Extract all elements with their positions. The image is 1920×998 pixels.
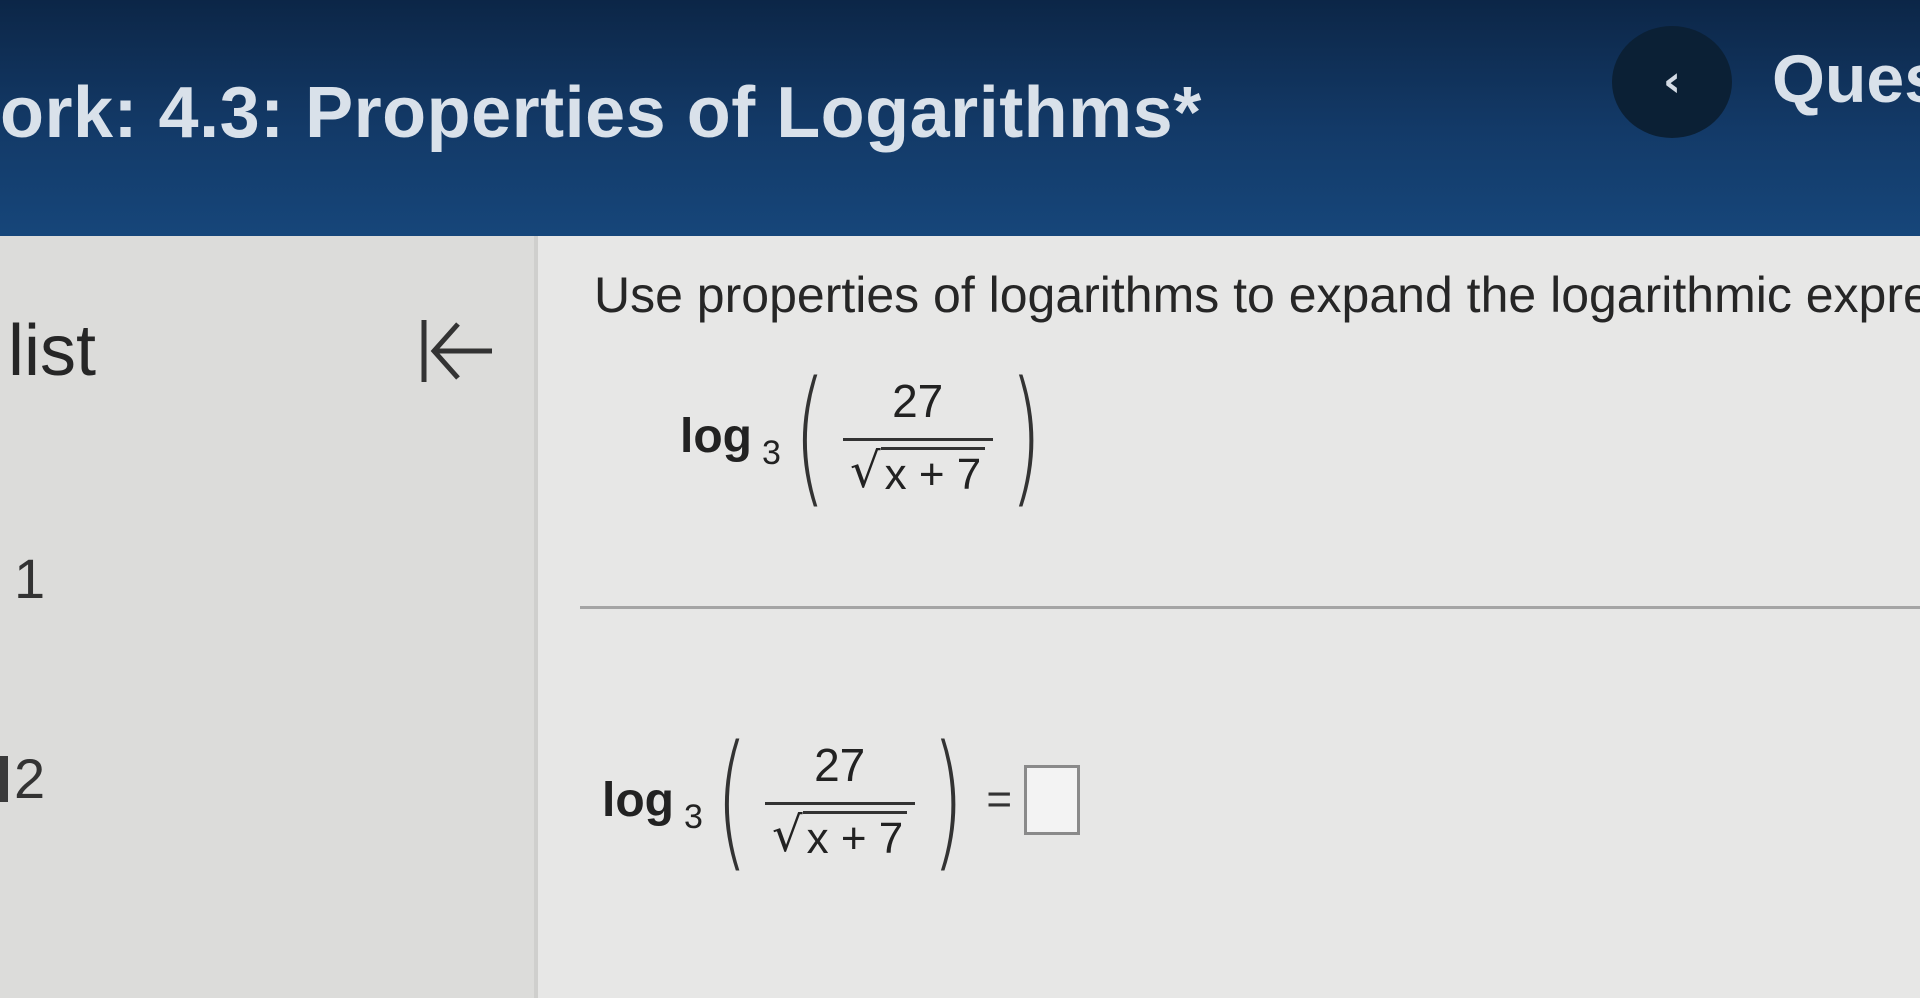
- answer-expression: log 3 ( 27 √ x + 7 ) =: [602, 714, 1081, 886]
- current-item-marker: [0, 756, 8, 802]
- question-panel: Use properties of logarithms to expand t…: [538, 236, 1920, 998]
- previous-question-button[interactable]: ‹: [1612, 26, 1732, 138]
- sidebar-item-number: 1: [14, 547, 46, 610]
- content-divider: [580, 606, 1920, 609]
- fraction-denominator: √ x + 7: [850, 441, 986, 499]
- fraction-denominator: √ x + 7: [772, 805, 908, 863]
- sidebar-title: list: [8, 311, 96, 391]
- sidebar-item-question-1[interactable]: 1: [0, 536, 542, 622]
- right-paren: ): [1009, 350, 1042, 522]
- question-list-sidebar: list 1 2: [0, 236, 542, 998]
- equals-sign: =: [986, 775, 1013, 824]
- right-paren: ): [931, 714, 964, 886]
- radical-sign: √: [850, 442, 881, 499]
- radicand: x + 7: [802, 810, 908, 862]
- radicand: x + 7: [880, 446, 986, 498]
- question-label: Ques: [1772, 41, 1920, 117]
- collapse-sidebar-button[interactable]: [412, 306, 502, 396]
- left-paren: (: [715, 714, 748, 886]
- question-instruction: Use properties of logarithms to expand t…: [594, 267, 1920, 323]
- log-base: 3: [761, 433, 781, 472]
- log-function: log: [602, 773, 674, 827]
- log-function: log: [680, 409, 752, 463]
- header-bar: ork: 4.3: Properties of Logarithms* ‹ Qu…: [0, 0, 1920, 236]
- left-paren: (: [793, 350, 826, 522]
- sidebar-item-question-2[interactable]: 2: [0, 736, 542, 822]
- app-page: ork: 4.3: Properties of Logarithms* ‹ Qu…: [0, 0, 1920, 998]
- page-title: ork: 4.3: Properties of Logarithms*: [0, 73, 1202, 153]
- fraction: 27 √ x + 7: [764, 738, 915, 863]
- radical-sign: √: [772, 806, 803, 863]
- answer-input-box[interactable]: [1024, 765, 1081, 835]
- log-base: 3: [683, 797, 703, 836]
- chevron-left-icon: ‹: [1662, 56, 1682, 107]
- fraction-numerator: 27: [892, 374, 944, 427]
- fraction-numerator: 27: [814, 738, 866, 791]
- fraction: 27 √ x + 7: [842, 374, 993, 499]
- collapse-left-arrow-icon: [421, 320, 492, 382]
- sidebar-item-number: 2: [14, 747, 46, 810]
- prompt-expression: log 3 ( 27 √ x + 7 ): [680, 362, 1054, 510]
